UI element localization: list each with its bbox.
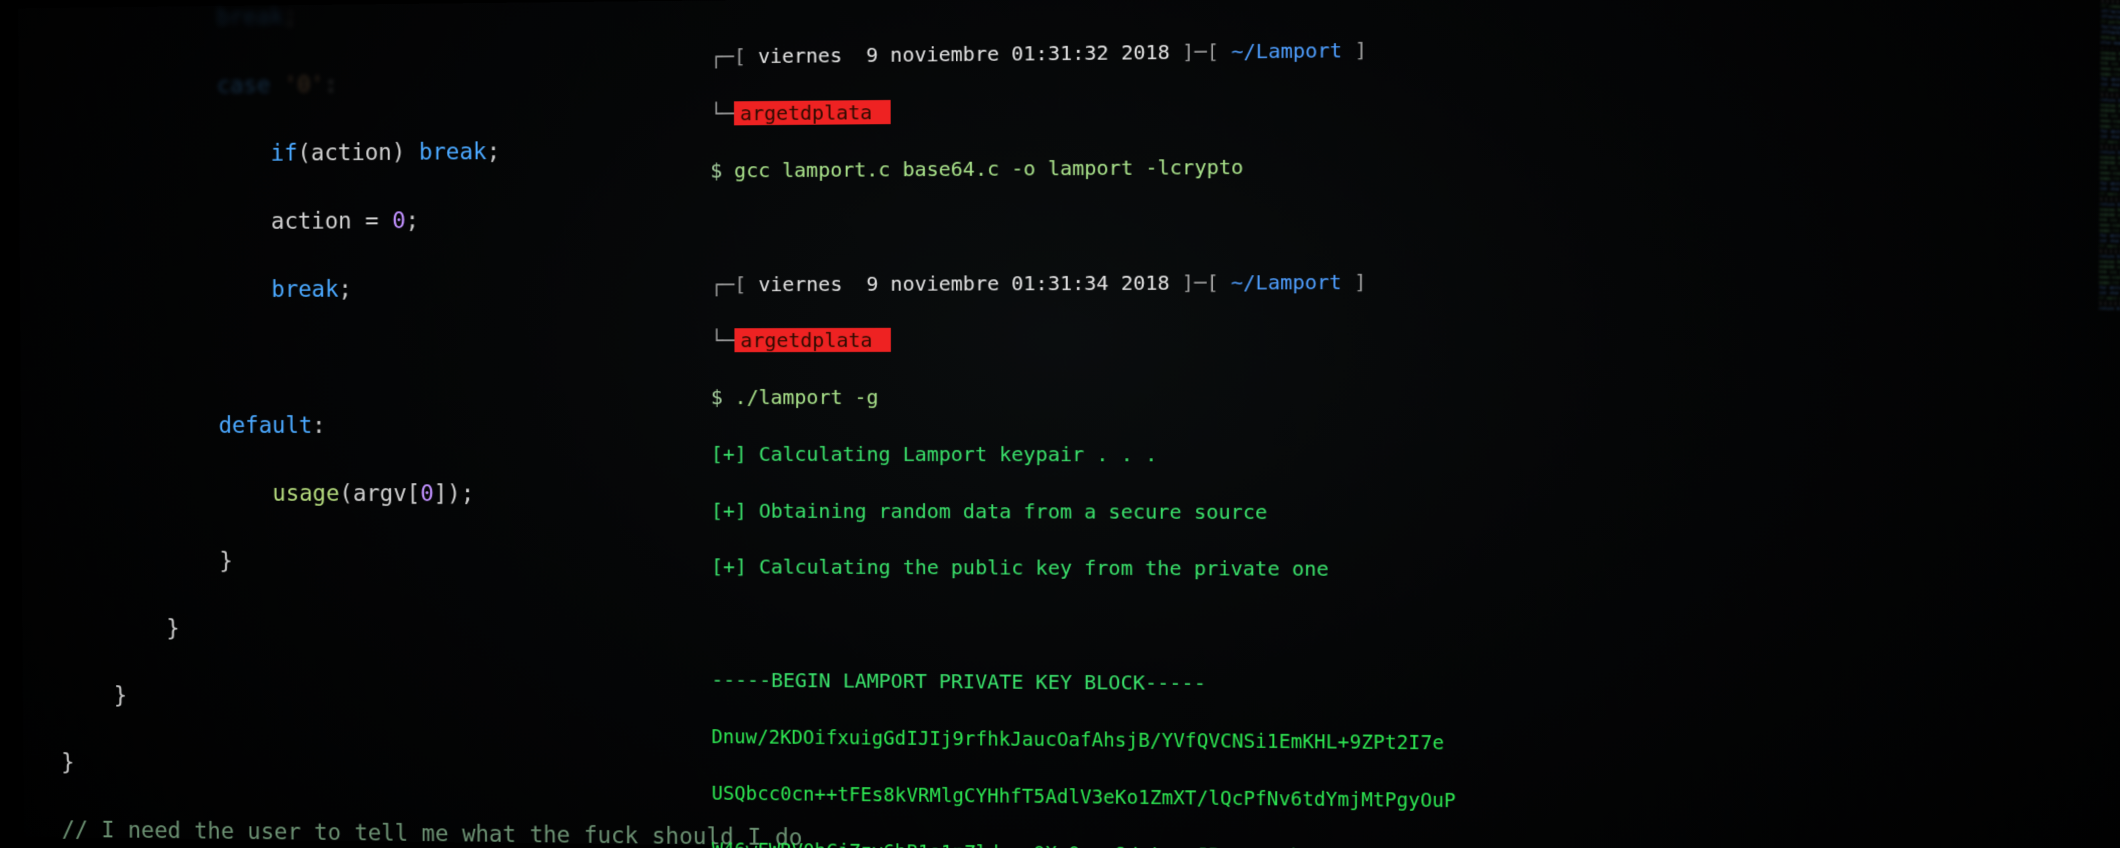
- code-token: (action): [297, 139, 405, 166]
- key-block-header: -----BEGIN LAMPORT PRIVATE KEY BLOCK----…: [711, 668, 1206, 695]
- terminal-output: [+] Calculating the public key from the …: [711, 555, 1329, 581]
- code-token: :: [324, 72, 338, 98]
- prompt-timestamp: viernes 9 noviembre 01:31:32 2018: [746, 40, 1182, 69]
- code-token: if: [271, 140, 298, 166]
- code-token: action =: [271, 208, 392, 234]
- terminal-pane: ┌─[ viernes 9 noviembre 01:31:32 2018 ]─…: [710, 3, 1709, 848]
- prompt-cwd: ~/Lamport: [1231, 38, 1342, 63]
- code-comment: // I need the user to tell me what the f…: [62, 817, 803, 848]
- prompt-separator: ]─[: [1182, 40, 1231, 65]
- prompt-corner-icon: ┌─[: [711, 272, 747, 296]
- code-token: default: [219, 413, 313, 439]
- code-token: :: [312, 413, 326, 439]
- prompt-corner-icon: └─: [711, 329, 735, 353]
- key-line: USQbcc0cn++tFEs8kVRMlgCYHhfT5AdlV3eKo1Zm…: [712, 783, 1456, 812]
- code-token: usage: [272, 481, 339, 507]
- code-token: break: [271, 276, 338, 302]
- terminal-command[interactable]: gcc lamport.c base64.c -o lamport -lcryp…: [734, 155, 1243, 183]
- editor-minimap[interactable]: if case break actiondefault usage argv} …: [2095, 0, 2120, 848]
- key-line: W46wFWRV0hCjZzv6hB1o1nZldsceQXqQmcy8/gtg…: [712, 840, 1432, 848]
- prompt-timestamp: viernes 9 noviembre 01:31:34 2018: [746, 270, 1182, 296]
- screen: break; case '0': if(action) break; actio…: [18, 0, 2120, 848]
- code-token: (argv[: [339, 481, 420, 507]
- code-token: '0': [284, 72, 324, 98]
- prompt-corner-icon: ┌─[: [710, 45, 746, 69]
- code-token: 0: [420, 481, 434, 507]
- code-token: ;: [406, 208, 420, 234]
- terminal-command[interactable]: ./lamport -g: [735, 385, 879, 409]
- terminal-output: [+] Calculating Lamport keypair . . .: [711, 442, 1157, 466]
- prompt-separator: ]: [1342, 269, 1367, 293]
- code-token: 0: [392, 208, 406, 234]
- prompt-corner-icon: └─: [710, 102, 734, 126]
- prompt-user-highlight: argetdplata: [734, 100, 890, 125]
- key-line: Dnuw/2KDOifxuigGdIJIj9rfhkJaucOafAhsjB/Y…: [711, 726, 1444, 754]
- prompt-separator: ]─[: [1182, 270, 1231, 294]
- prompt-separator: ]: [1342, 38, 1367, 63]
- code-token: ]);: [434, 481, 475, 507]
- code-token: ;: [487, 139, 501, 165]
- code-token: break: [419, 139, 487, 165]
- prompt-user-highlight: argetdplata: [735, 328, 891, 352]
- code-token: case: [57, 72, 271, 100]
- terminal-output: [+] Obtaining random data from a secure …: [711, 498, 1267, 523]
- prompt-symbol: $: [710, 158, 734, 182]
- prompt-symbol: $: [711, 385, 735, 409]
- code-token: ;: [338, 276, 352, 302]
- prompt-cwd: ~/Lamport: [1231, 269, 1342, 294]
